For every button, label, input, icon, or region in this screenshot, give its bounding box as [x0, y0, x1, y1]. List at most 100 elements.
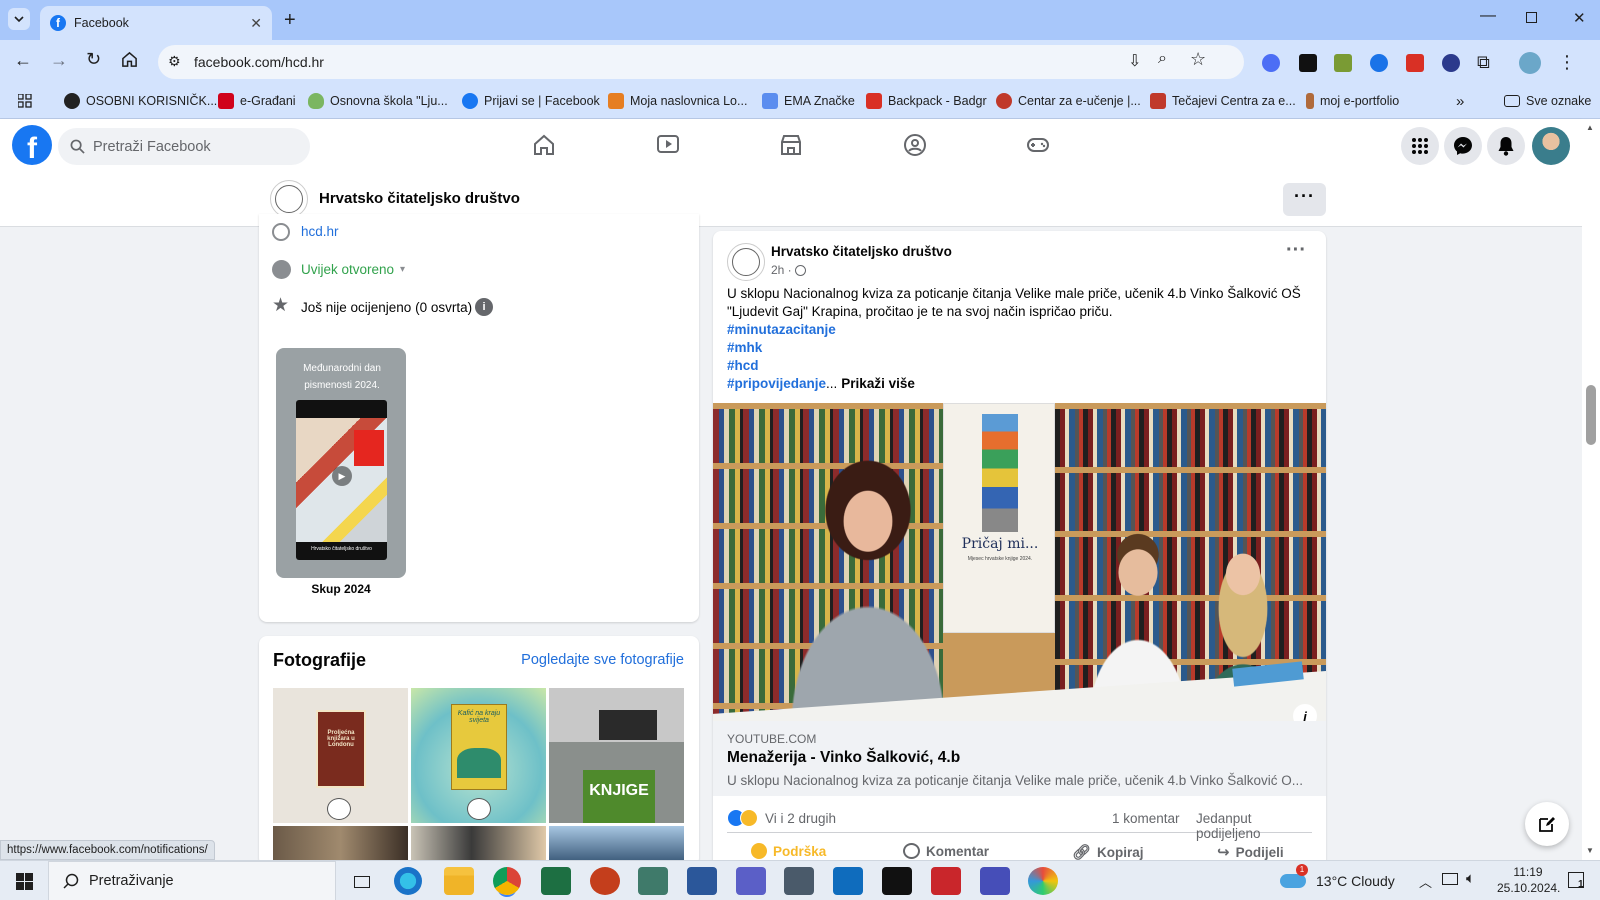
app-l-icon[interactable] [882, 867, 912, 895]
volume-icon[interactable]: 🔈︎ [1466, 870, 1475, 887]
tab-facebook[interactable]: f Facebook ✕ [40, 6, 272, 40]
powerpoint-icon[interactable] [590, 867, 620, 895]
nav-gaming[interactable] [1026, 133, 1050, 157]
bookmark-item[interactable]: Centar za e-učenje |... [996, 91, 1141, 111]
clock[interactable]: 11:19 25.10.2024. [1497, 864, 1560, 896]
bookmark-item[interactable]: Moja naslovnica Lo... [608, 91, 747, 111]
account-avatar[interactable] [1532, 127, 1570, 165]
nav-home[interactable] [532, 133, 556, 157]
restore-button[interactable] [1526, 12, 1537, 23]
extension-leaf-icon[interactable] [1334, 54, 1352, 72]
extension-book-icon[interactable] [1299, 54, 1317, 72]
post-video-thumbnail[interactable]: Pričaj mi... Mjesec hrvatske knjige 2024… [713, 403, 1326, 721]
word-icon[interactable] [687, 867, 717, 895]
task-view-icon[interactable] [346, 867, 376, 895]
comments-count[interactable]: 1 komentar [1112, 811, 1180, 826]
scrollbar-thumb[interactable] [1586, 385, 1596, 445]
taskbar-search[interactable]: Pretraživanje [48, 861, 336, 900]
url-text[interactable]: facebook.com/hcd.hr [194, 54, 324, 70]
photo-tile[interactable]: Proljećna knjižara u Londonu [273, 688, 408, 823]
see-all-photos-link[interactable]: Pogledajte sve fotografije [521, 652, 684, 668]
close-window-button[interactable]: ✕ [1573, 9, 1586, 27]
apps-grid-icon[interactable] [18, 91, 32, 111]
post-options-icon[interactable]: ··· [1286, 239, 1306, 262]
teams-classic-icon[interactable] [980, 867, 1010, 895]
notification-center-icon[interactable]: 1 [1568, 872, 1584, 890]
bookmark-item[interactable]: moj e-portfolio [1306, 91, 1399, 111]
network-icon[interactable] [1442, 873, 1458, 885]
site-info-icon[interactable]: ⚙ [168, 53, 181, 70]
weather-widget[interactable]: 1 13°C Cloudy [1280, 861, 1395, 900]
file-explorer-icon[interactable] [444, 867, 474, 895]
page-more-button[interactable]: ··· [1283, 183, 1326, 216]
browser-menu-icon[interactable]: ⋮ [1558, 52, 1576, 73]
post-author-avatar[interactable] [727, 243, 765, 281]
scroll-up-icon[interactable]: ▲ [1586, 123, 1594, 132]
page-avatar[interactable] [270, 180, 308, 218]
scroll-down-icon[interactable]: ▼ [1586, 846, 1594, 855]
extension-zoom-icon[interactable] [1370, 54, 1388, 72]
tray-chevron-icon[interactable]: ︿ [1419, 872, 1432, 891]
reel-card[interactable]: Međunarodni dan pismenosti 2024. ▶ Hrvat… [276, 348, 406, 578]
app-shield-icon[interactable] [638, 867, 668, 895]
extension-globe-icon[interactable] [1442, 54, 1460, 72]
extension-puzzle-1-icon[interactable] [1262, 54, 1280, 72]
bookmark-star-icon[interactable]: ☆ [1190, 49, 1206, 70]
menu-grid-button[interactable] [1401, 127, 1439, 165]
app-paint-icon[interactable] [1028, 867, 1058, 895]
new-message-button[interactable] [1525, 802, 1569, 846]
copy-button[interactable]: 🔗︎ Kopiraj [1072, 843, 1144, 861]
chrome-icon[interactable] [493, 867, 521, 895]
bookmark-item[interactable]: Backpack - Badgr [866, 91, 987, 111]
notifications-button[interactable] [1487, 127, 1525, 165]
page-scrollbar[interactable]: ▲ ▼ [1582, 119, 1600, 860]
forward-button[interactable]: → [50, 50, 68, 71]
video-info-icon[interactable]: i [1293, 704, 1317, 721]
comment-button[interactable]: Komentar [903, 843, 989, 859]
bookmark-item[interactable]: Osnovna škola "Lju... [308, 91, 448, 111]
photo-tile[interactable]: KNJIGE [549, 688, 684, 823]
bookmark-item[interactable]: OSOBNI KORISNIČK... [64, 91, 217, 111]
address-bar[interactable]: ⚙ facebook.com/hcd.hr ⇩ ⌕ ☆ [158, 45, 1244, 79]
page-name[interactable]: Hrvatsko čitateljsko društvo [319, 190, 520, 207]
app-document-icon[interactable] [931, 867, 961, 895]
nav-marketplace[interactable] [779, 133, 803, 157]
bookmark-item[interactable]: EMA Značke [762, 91, 855, 111]
reload-button[interactable]: ↻ [86, 49, 101, 70]
bookmark-item[interactable]: Tečajevi Centra za e... [1150, 91, 1296, 111]
home-button[interactable] [121, 51, 138, 68]
play-icon[interactable]: ▶ [332, 466, 352, 486]
info-icon[interactable]: i [475, 298, 493, 316]
photo-tile[interactable]: Kafić na kraju svijeta [411, 688, 546, 823]
support-button[interactable]: Podrška [751, 843, 826, 859]
all-bookmarks-folder[interactable]: Sve oznake [1504, 91, 1591, 111]
extension-off-icon[interactable] [1406, 54, 1424, 72]
messenger-button[interactable] [1444, 127, 1482, 165]
new-tab-button[interactable]: + [284, 9, 296, 32]
hours-dropdown[interactable]: Uvijek otvoreno ▾ [301, 262, 405, 277]
bookmark-item[interactable]: e-Građani [218, 91, 296, 111]
start-button[interactable] [16, 873, 33, 890]
more-bookmarks-icon[interactable]: » [1456, 91, 1464, 111]
link-preview[interactable]: YOUTUBE.COM Menažerija - Vinko Šalković,… [713, 721, 1326, 796]
facebook-search-input[interactable]: Pretraži Facebook [58, 128, 310, 165]
post-author[interactable]: Hrvatsko čitateljsko društvo [771, 244, 952, 259]
close-tab-icon[interactable]: ✕ [250, 15, 262, 32]
see-more-link[interactable]: Prikaži više [841, 375, 915, 393]
tab-search-button[interactable] [8, 8, 30, 30]
hashtag-link[interactable]: #pripovijedanje [727, 375, 826, 393]
facebook-logo[interactable]: f [12, 125, 52, 165]
website-link[interactable]: hcd.hr [301, 224, 339, 239]
nav-groups[interactable] [903, 133, 927, 157]
hashtag-link[interactable]: #minutazacitanje [727, 321, 1312, 339]
profile-avatar[interactable] [1519, 52, 1541, 74]
hashtag-link[interactable]: #hcd [727, 357, 1312, 375]
post-time[interactable]: 2h · [771, 263, 792, 277]
extensions-puzzle-icon[interactable]: ⧉ [1477, 52, 1490, 73]
hashtag-link[interactable]: #mhk [727, 339, 1312, 357]
share-button[interactable]: ↪ Podijeli [1217, 843, 1284, 861]
edge-icon[interactable] [394, 867, 422, 895]
zoom-icon[interactable]: ⌕ [1158, 50, 1167, 68]
install-app-icon[interactable]: ⇩ [1128, 51, 1141, 71]
nav-video[interactable] [656, 134, 680, 156]
